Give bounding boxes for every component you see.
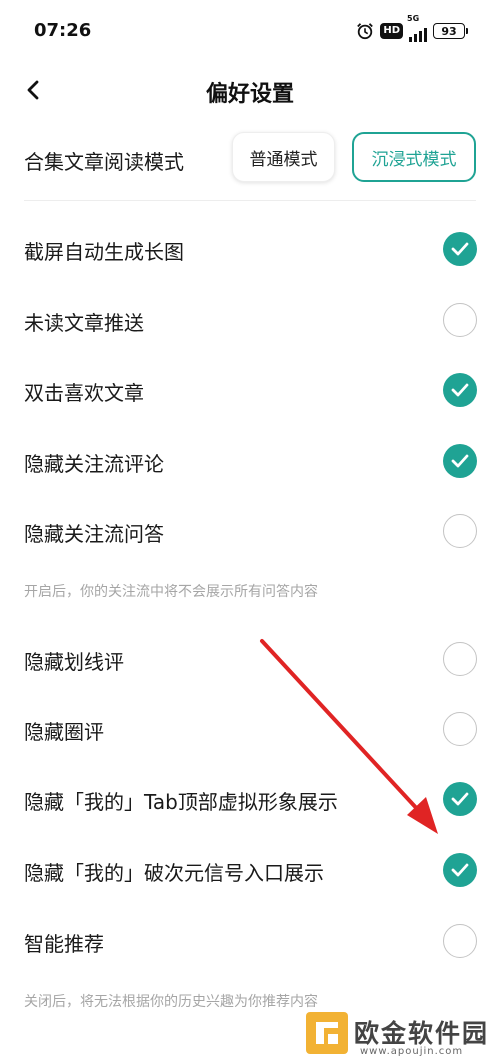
battery-level: 93 xyxy=(433,23,465,39)
check-icon xyxy=(451,383,469,397)
setting-label: 隐藏「我的」Tab顶部虚拟形象展示 xyxy=(24,790,338,814)
status-bar: 07:26 HD 5G 93 xyxy=(0,0,500,62)
checkbox-unchecked[interactable] xyxy=(443,642,477,676)
mode-normal-button[interactable]: 普通模式 xyxy=(232,132,335,182)
signal-icon: 5G xyxy=(407,14,427,42)
check-icon xyxy=(451,454,469,468)
setting-label: 双击喜欢文章 xyxy=(24,381,144,405)
watermark: 欧金软件园 www.apoujin.com xyxy=(302,1008,500,1061)
setting-label: 隐藏「我的」破次元信号入口展示 xyxy=(24,861,324,885)
setting-label: 隐藏关注流问答 xyxy=(24,522,164,546)
setting-label: 智能推荐 xyxy=(24,932,104,956)
check-icon xyxy=(451,863,469,877)
check-icon xyxy=(451,792,469,806)
check-icon xyxy=(451,242,469,256)
setting-screenshot-long-image[interactable]: 截屏自动生成长图 xyxy=(0,214,500,284)
nav-bar: 偏好设置 xyxy=(0,62,500,118)
setting-hide-my-tab-avatar[interactable]: 隐藏「我的」Tab顶部虚拟形象展示 xyxy=(0,764,500,834)
mode-immersive-button[interactable]: 沉浸式模式 xyxy=(352,132,476,182)
status-icons: HD 5G 93 xyxy=(356,14,468,42)
checkbox-checked[interactable] xyxy=(443,853,477,887)
checkbox-unchecked[interactable] xyxy=(443,924,477,958)
setting-label: 隐藏划线评 xyxy=(24,650,124,674)
checkbox-checked[interactable] xyxy=(443,373,477,407)
checkbox-checked[interactable] xyxy=(443,444,477,478)
alarm-clock-icon xyxy=(357,23,374,40)
setting-hide-follow-qa[interactable]: 隐藏关注流问答 xyxy=(0,496,500,566)
battery-icon: 93 xyxy=(433,23,468,39)
chevron-left-icon xyxy=(27,80,39,100)
reading-mode-label: 合集文章阅读模式 xyxy=(24,150,184,174)
setting-hide-follow-comments[interactable]: 隐藏关注流评论 xyxy=(0,426,500,496)
network-type: 5G xyxy=(407,14,420,23)
setting-unread-push[interactable]: 未读文章推送 xyxy=(0,285,500,355)
checkbox-unchecked[interactable] xyxy=(443,712,477,746)
hint-smart-recommend: 关闭后，将无法根据你的历史兴趣为你推荐内容 xyxy=(24,994,318,1010)
setting-label: 未读文章推送 xyxy=(24,311,144,335)
setting-hide-circle-comments[interactable]: 隐藏圈评 xyxy=(0,694,500,764)
setting-double-tap-like[interactable]: 双击喜欢文章 xyxy=(0,355,500,425)
watermark-url: www.apoujin.com xyxy=(360,1046,464,1057)
divider xyxy=(24,200,476,201)
setting-hide-underline-comments[interactable]: 隐藏划线评 xyxy=(0,624,500,694)
setting-label: 截屏自动生成长图 xyxy=(24,240,184,264)
watermark-logo-icon xyxy=(306,1012,348,1054)
checkbox-checked[interactable] xyxy=(443,782,477,816)
setting-label: 隐藏关注流评论 xyxy=(24,452,164,476)
status-time: 07:26 xyxy=(34,20,92,41)
watermark-name: 欧金软件园 xyxy=(354,1019,490,1048)
setting-smart-recommend[interactable]: 智能推荐 xyxy=(0,906,500,976)
back-button[interactable] xyxy=(14,70,54,110)
setting-label: 隐藏圈评 xyxy=(24,720,104,744)
page-title: 偏好设置 xyxy=(205,82,294,107)
setting-hide-signal-entry[interactable]: 隐藏「我的」破次元信号入口展示 xyxy=(0,835,500,905)
reading-mode-row: 合集文章阅读模式 普通模式 沉浸式模式 xyxy=(0,126,500,190)
checkbox-checked[interactable] xyxy=(443,232,477,266)
checkbox-unchecked[interactable] xyxy=(443,303,477,337)
checkbox-unchecked[interactable] xyxy=(443,514,477,548)
hint-hide-qa: 开启后，你的关注流中将不会展示所有问答内容 xyxy=(24,584,318,600)
hd-badge: HD xyxy=(380,23,403,39)
